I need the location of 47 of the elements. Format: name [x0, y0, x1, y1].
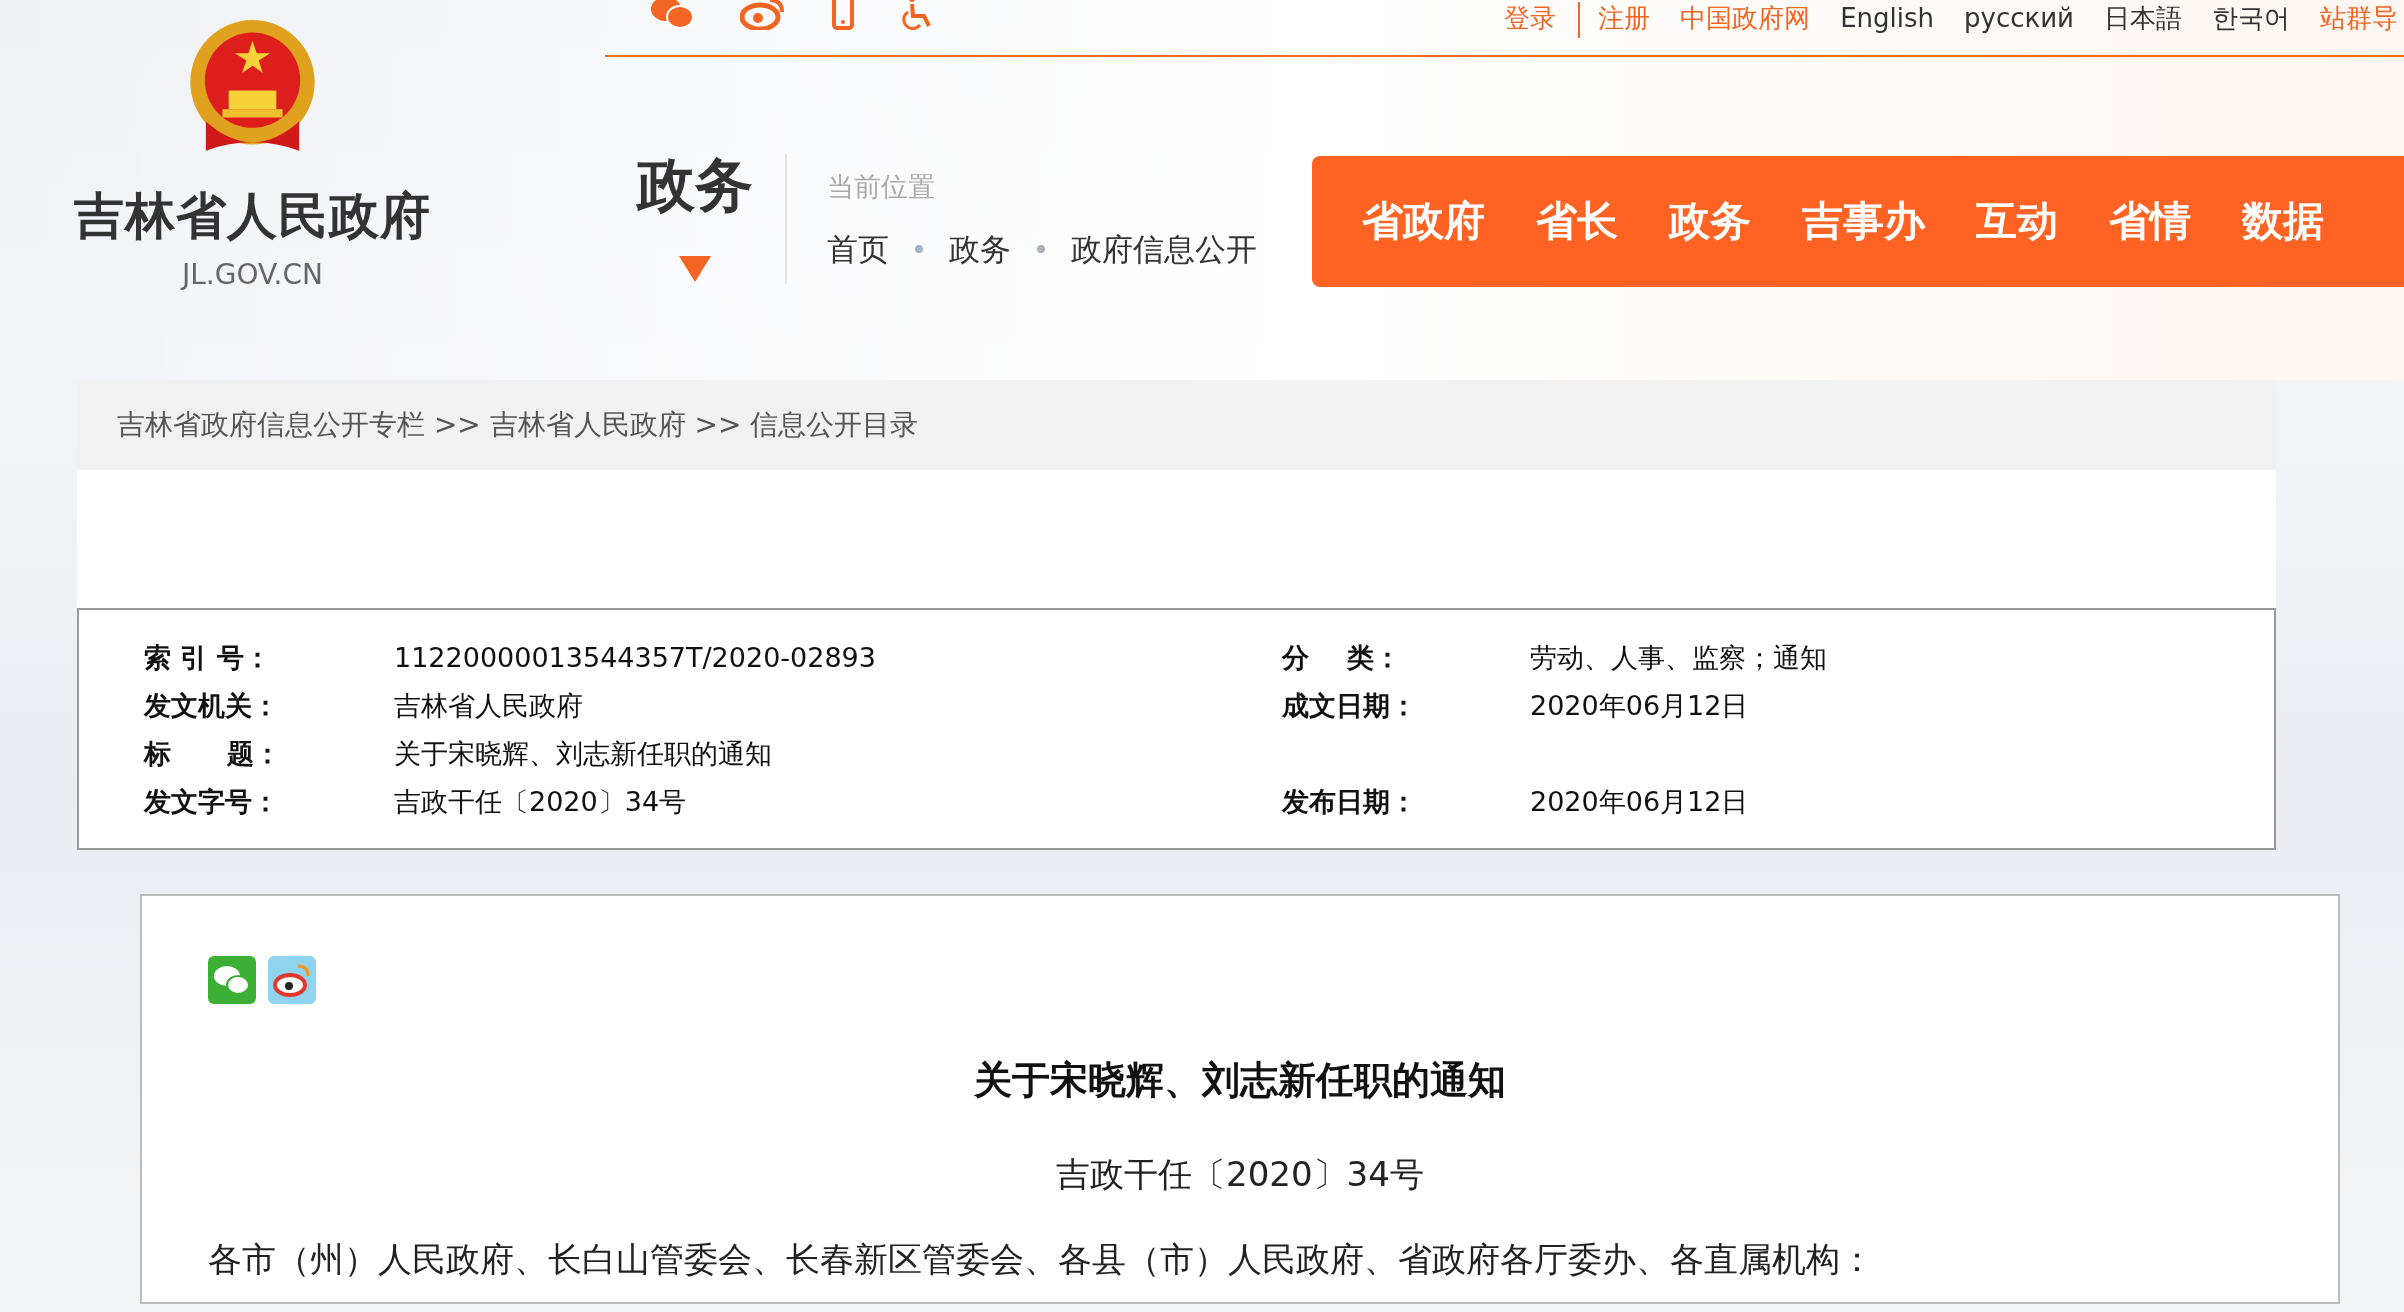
- field-label: 发文机关：: [144, 688, 280, 723]
- phone-icon[interactable]: [832, 0, 854, 30]
- top-link[interactable]: English: [1840, 2, 1934, 36]
- chat-bubbles-icon[interactable]: [208, 956, 256, 1004]
- field-value: 劳动、人事、监察；通知: [1530, 640, 1828, 675]
- nav-link[interactable]: 省政府: [1344, 190, 1518, 253]
- body-paragraph: 各市（州）人民政府、长白山管委会、长春新区管委会、各县（市）人民政府、省政府各厅委办、各直属机构：: [208, 1238, 1875, 1281]
- nav-link[interactable]: 政务: [1651, 190, 1784, 253]
- location-crumb-link[interactable]: 政务: [949, 225, 1011, 272]
- field-value: 2020年06月12日: [1530, 688, 1750, 723]
- top-link[interactable]: 站群导: [2320, 2, 2398, 36]
- nav-link[interactable]: 互动: [1958, 190, 2091, 253]
- top-link[interactable]: 日本語: [2104, 2, 2182, 36]
- chat-bubbles-icon[interactable]: [650, 0, 694, 30]
- location-crumb-link[interactable]: 政府信息公开: [1071, 225, 1257, 272]
- field-label: 发文字号：: [144, 784, 280, 819]
- separator-dot-icon: [915, 244, 923, 253]
- top-link[interactable]: 登录: [1504, 2, 1557, 36]
- field-value: 吉政干任〔2020〕34号: [394, 784, 688, 819]
- field-label: 成文日期：: [1282, 688, 1418, 723]
- field-value: 关于宋晓辉、刘志新任职的通知: [394, 736, 773, 771]
- field-value: 11220000013544357T/2020-02893: [394, 640, 877, 675]
- nav-link[interactable]: 省情: [2091, 190, 2224, 253]
- top-link[interactable]: русский: [1964, 2, 2074, 36]
- field-label: 标 题：: [144, 736, 283, 771]
- down-triangle-icon: [679, 255, 711, 282]
- field-value: 吉林省人民政府: [394, 688, 584, 723]
- document-number: 吉政干任〔2020〕34号: [1055, 1153, 1425, 1196]
- nav-link[interactable]: 数据: [2224, 190, 2357, 253]
- site-title: 吉林省人民政府: [74, 189, 431, 244]
- nav-link[interactable]: 省长: [1518, 190, 1651, 253]
- site-domain: JL.GOV.CN: [182, 257, 323, 293]
- swirl-eye-icon[interactable]: [268, 956, 316, 1004]
- top-link[interactable]: 한국어: [2212, 2, 2290, 36]
- field-label: 分 类：: [1282, 640, 1402, 675]
- breadcrumb-text: 吉林省政府信息公开专栏 >> 吉林省人民政府 >> 信息公开目录: [117, 407, 919, 443]
- field-label: 发布日期：: [1282, 784, 1418, 819]
- field-label: 索 引 号：: [144, 640, 272, 675]
- top-link[interactable]: 中国政府网: [1680, 2, 1811, 36]
- location-crumb-link[interactable]: 首页: [827, 225, 889, 272]
- field-value: 2020年06月12日: [1530, 784, 1750, 819]
- article-title: 关于宋晓辉、刘志新任职的通知: [973, 1057, 1507, 1104]
- nav-link[interactable]: 吉事办: [1784, 190, 1958, 253]
- section-title: 政务: [637, 154, 753, 218]
- location-label: 当前位置: [827, 170, 936, 204]
- separator-dot-icon: [1037, 244, 1045, 253]
- top-link[interactable]: 注册: [1598, 2, 1651, 36]
